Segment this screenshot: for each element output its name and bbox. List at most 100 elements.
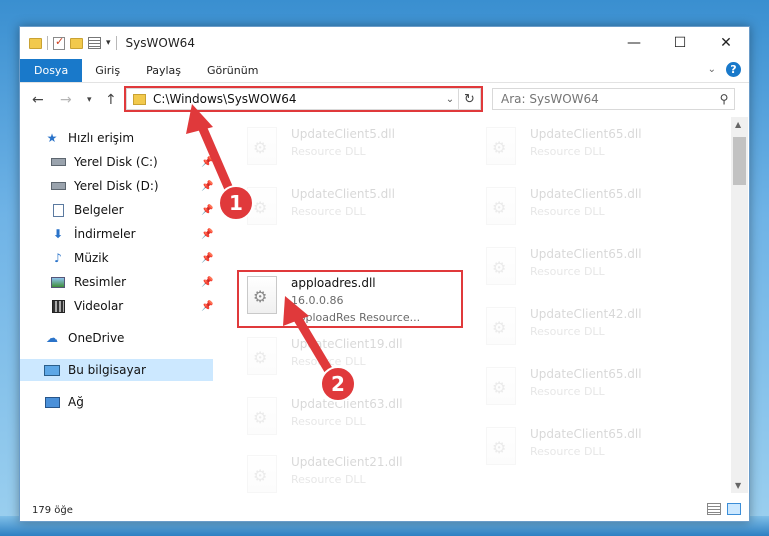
scroll-down-icon[interactable]: ▼ bbox=[735, 481, 741, 490]
sidebar-item-downloads[interactable]: ⬇ İndirmeler 📌 bbox=[20, 223, 213, 245]
list-item[interactable]: UpdateClient63.dll Resource DLL bbox=[247, 393, 477, 443]
sidebar-item-pictures[interactable]: Resimler 📌 bbox=[20, 271, 213, 293]
expand-ribbon-chevron-icon[interactable]: ⌄ bbox=[708, 64, 716, 75]
back-arrow-icon[interactable]: ← bbox=[32, 92, 44, 108]
list-item[interactable]: UpdateClient65.dll Resource DLL bbox=[486, 123, 716, 173]
sidebar-item-label: Ağ bbox=[68, 395, 84, 409]
dll-file-icon bbox=[486, 427, 516, 465]
file-description: ApploadRes Resource... bbox=[291, 311, 421, 324]
help-icon[interactable]: ? bbox=[726, 62, 741, 77]
sidebar-item-local-disk-c[interactable]: Yerel Disk (C:) 📌 bbox=[20, 151, 213, 173]
highlighted-file-item[interactable]: apploadres.dll 16.0.0.86 ApploadRes Reso… bbox=[247, 272, 459, 324]
dll-file-icon bbox=[247, 455, 277, 493]
forward-arrow-icon[interactable]: → bbox=[60, 92, 72, 108]
scrollbar-thumb[interactable] bbox=[733, 137, 746, 185]
file-name: UpdateClient65.dll bbox=[530, 427, 642, 441]
address-history-chevron-icon[interactable]: ⌄ bbox=[442, 94, 458, 105]
vertical-scrollbar[interactable]: ▲ ▼ bbox=[731, 117, 748, 493]
list-item[interactable]: UpdateClient65.dll Resource DLL bbox=[486, 363, 716, 413]
list-item[interactable]: UpdateClient65.dll Resource DLL bbox=[486, 183, 716, 233]
sidebar-item-network[interactable]: Ağ bbox=[20, 391, 213, 413]
list-item[interactable]: UpdateClient21.dll Resource DLL bbox=[247, 451, 477, 493]
customize-toolbar-chevron-icon[interactable]: ▾ bbox=[106, 38, 111, 48]
new-folder-icon[interactable] bbox=[70, 37, 83, 49]
dll-file-icon bbox=[247, 187, 277, 225]
sidebar-item-label: Yerel Disk (D:) bbox=[74, 179, 159, 193]
file-name: UpdateClient65.dll bbox=[530, 367, 642, 381]
file-description: Resource DLL bbox=[291, 355, 366, 368]
search-input[interactable] bbox=[501, 92, 714, 106]
star-icon: ★ bbox=[46, 131, 58, 145]
close-button[interactable]: ✕ bbox=[703, 27, 749, 59]
dll-file-icon bbox=[247, 337, 277, 375]
tab-file[interactable]: Dosya bbox=[20, 59, 83, 82]
sidebar-item-local-disk-d[interactable]: Yerel Disk (D:) 📌 bbox=[20, 175, 213, 197]
dll-file-icon bbox=[247, 276, 277, 314]
sidebar-item-documents[interactable]: Belgeler 📌 bbox=[20, 199, 213, 221]
tab-home[interactable]: Giriş bbox=[82, 59, 133, 82]
view-toggle bbox=[707, 503, 741, 515]
item-count: 179 öğe bbox=[32, 504, 73, 516]
sidebar-item-onedrive[interactable]: ☁ OneDrive bbox=[20, 327, 213, 349]
network-icon bbox=[44, 395, 60, 409]
search-box[interactable]: ⚲ bbox=[492, 88, 735, 110]
list-item[interactable]: UpdateClient5.dll Resource DLL bbox=[247, 183, 477, 233]
list-item[interactable]: UpdateClient65.dll Resource DLL bbox=[486, 243, 716, 293]
sidebar-item-quick-access[interactable]: ★ Hızlı erişim bbox=[20, 127, 213, 149]
tiles-view-icon[interactable] bbox=[727, 503, 741, 515]
address-path[interactable]: C:\Windows\SysWOW64 bbox=[153, 92, 442, 106]
pictures-icon bbox=[50, 275, 66, 289]
status-bar: 179 öğe bbox=[20, 499, 749, 521]
sidebar-item-videos[interactable]: Videolar 📌 bbox=[20, 295, 213, 317]
folder-icon[interactable] bbox=[29, 37, 42, 49]
list-item[interactable]: UpdateClient19.dll Resource DLL bbox=[247, 333, 477, 383]
folder-icon bbox=[133, 93, 146, 105]
list-item[interactable]: UpdateClient65.dll Resource DLL bbox=[486, 423, 716, 473]
videos-icon bbox=[50, 299, 66, 313]
properties-check-icon[interactable] bbox=[53, 35, 65, 50]
file-description: Resource DLL bbox=[530, 325, 605, 338]
file-description: Resource DLL bbox=[530, 205, 605, 218]
dll-file-icon bbox=[486, 247, 516, 285]
file-name: UpdateClient65.dll bbox=[530, 247, 642, 261]
sidebar-item-label: İndirmeler bbox=[74, 227, 136, 241]
pin-icon: 📌 bbox=[201, 204, 214, 216]
navigation-pane: ★ Hızlı erişim Yerel Disk (C:) 📌 Yerel D… bbox=[20, 117, 213, 493]
file-description: Resource DLL bbox=[530, 265, 605, 278]
file-name: UpdateClient5.dll bbox=[291, 187, 395, 201]
up-arrow-icon[interactable]: ↑ bbox=[105, 92, 117, 108]
pin-icon: 📌 bbox=[201, 252, 214, 264]
sidebar-item-this-pc[interactable]: Bu bilgisayar bbox=[20, 359, 213, 381]
file-description: Resource DLL bbox=[291, 145, 366, 158]
address-bar[interactable]: C:\Windows\SysWOW64 ⌄ ↻ bbox=[126, 88, 481, 110]
search-icon[interactable]: ⚲ bbox=[714, 92, 734, 106]
refresh-icon[interactable]: ↻ bbox=[458, 89, 480, 109]
ribbon-right-controls: ⌄ ? bbox=[708, 62, 741, 77]
tab-share[interactable]: Paylaş bbox=[133, 59, 194, 82]
file-name: UpdateClient19.dll bbox=[291, 337, 403, 351]
minimize-button[interactable]: — bbox=[611, 27, 657, 59]
ribbon-tabs: Dosya Giriş Paylaş Görünüm ⌄ ? bbox=[20, 59, 749, 83]
sidebar-item-music[interactable]: ♪ Müzik 📌 bbox=[20, 247, 213, 269]
dll-file-icon bbox=[486, 307, 516, 345]
properties-icon[interactable] bbox=[88, 37, 101, 49]
sidebar-item-label: Yerel Disk (C:) bbox=[74, 155, 158, 169]
file-name: apploadres.dll bbox=[291, 276, 376, 290]
file-description: Resource DLL bbox=[530, 385, 605, 398]
navigation-bar: ← → ▾ ↑ C:\Windows\SysWOW64 ⌄ ↻ ⚲ bbox=[20, 84, 749, 117]
maximize-button[interactable]: ☐ bbox=[657, 27, 703, 59]
file-name: UpdateClient65.dll bbox=[530, 187, 642, 201]
list-item[interactable]: UpdateClient42.dll Resource DLL bbox=[486, 303, 716, 353]
recent-locations-chevron-icon[interactable]: ▾ bbox=[87, 95, 92, 105]
details-view-icon[interactable] bbox=[707, 503, 721, 515]
file-name: UpdateClient63.dll bbox=[291, 397, 403, 411]
dll-file-icon bbox=[247, 397, 277, 435]
scroll-up-icon[interactable]: ▲ bbox=[735, 120, 741, 129]
drive-icon bbox=[50, 155, 66, 169]
cloud-icon: ☁ bbox=[46, 331, 58, 345]
tab-view[interactable]: Görünüm bbox=[194, 59, 271, 82]
sidebar-item-label: Hızlı erişim bbox=[68, 131, 135, 145]
file-name: UpdateClient42.dll bbox=[530, 307, 642, 321]
toolbar-separator bbox=[115, 36, 117, 50]
list-item[interactable]: UpdateClient5.dll Resource DLL bbox=[247, 123, 477, 173]
